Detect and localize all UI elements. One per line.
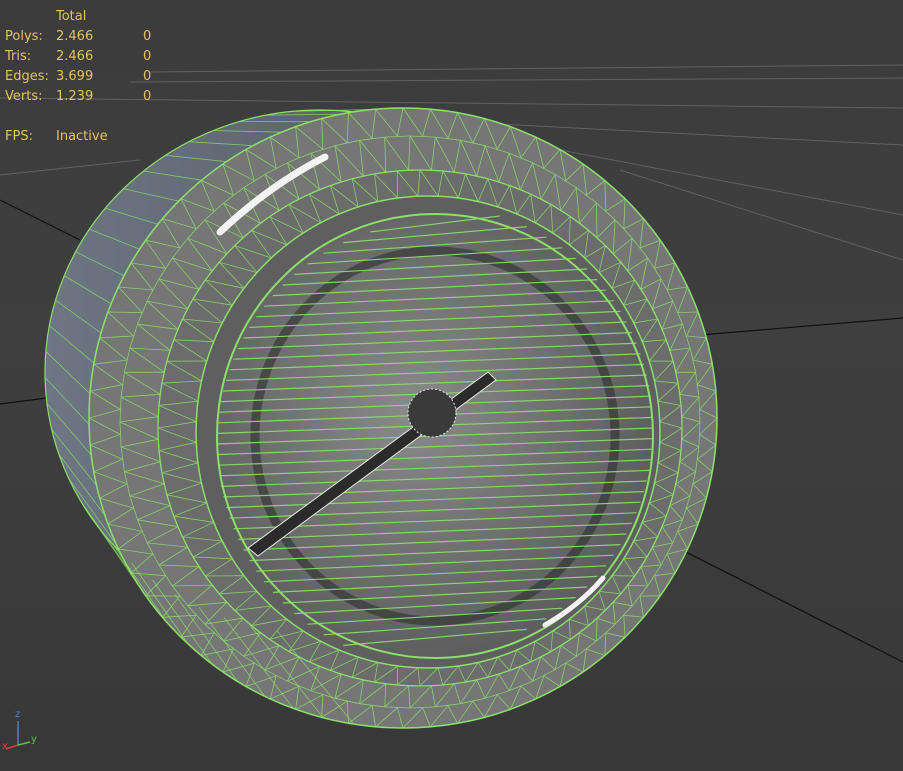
stats-label: Tris: (5, 49, 32, 64)
gizmo-x-label: x (2, 741, 8, 752)
fps-label: FPS: (5, 129, 33, 144)
gizmo-y-label: y (31, 734, 37, 745)
stats-header-total: Total (56, 9, 87, 24)
stats-total: 1.239 (56, 89, 94, 104)
stats-label: Verts: (5, 89, 43, 104)
gizmo-z-label: z (15, 709, 21, 720)
stats-total: 2.466 (56, 29, 94, 44)
stats-selected: 0 (143, 69, 152, 84)
stats-selected: 0 (143, 49, 152, 64)
stats-total: 2.466 (56, 49, 94, 64)
gizmo-y-axis-icon (17, 741, 31, 746)
stats-total: 3.699 (56, 69, 94, 84)
stats-label: Polys: (5, 29, 43, 44)
stats-selected: 0 (143, 89, 152, 104)
stats-label: Edges: (5, 69, 49, 84)
stats-selected: 0 (143, 29, 152, 44)
scene-canvas[interactable] (0, 0, 903, 771)
3d-viewport[interactable]: Total Polys: 2.466 0 Tris: 2.466 0 Edges… (0, 0, 903, 771)
fps-value: Inactive (56, 129, 108, 144)
gauge-model[interactable] (44, 107, 718, 729)
axis-gizmo: z x y (0, 705, 50, 760)
